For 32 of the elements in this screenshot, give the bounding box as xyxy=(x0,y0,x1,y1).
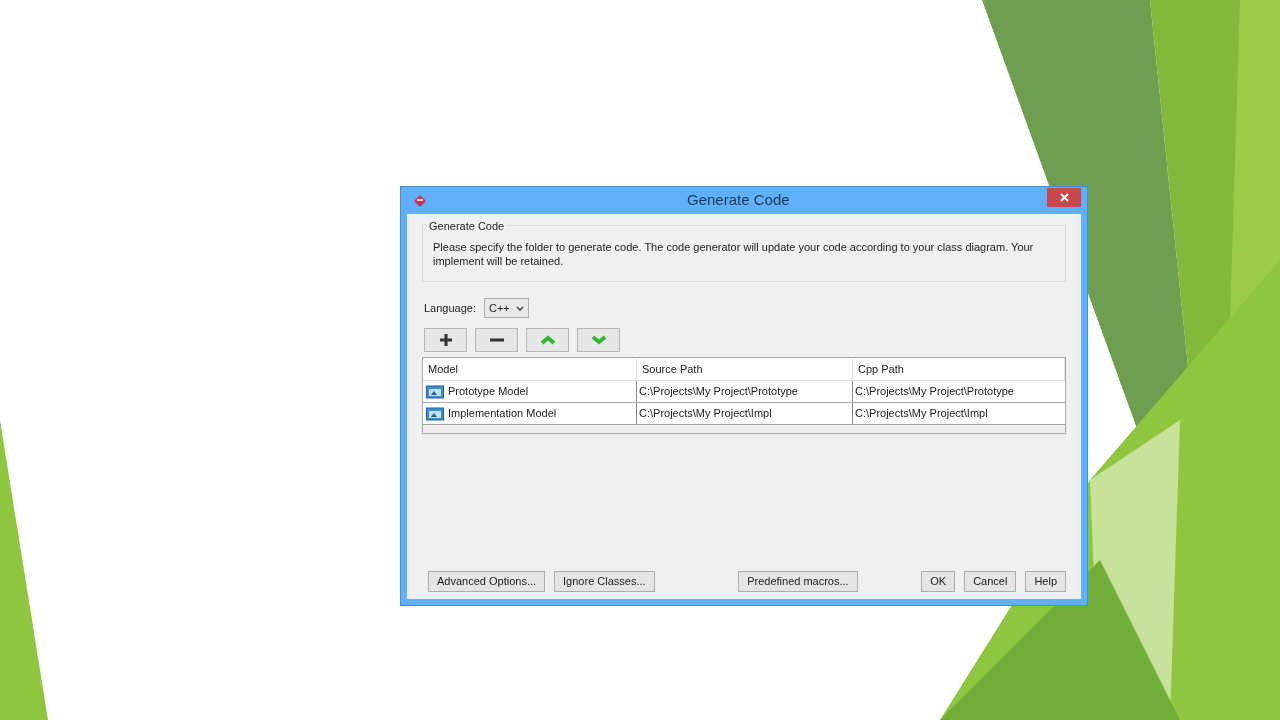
close-icon xyxy=(1059,193,1069,202)
dropdown-value: C++ xyxy=(489,300,510,316)
description-text: Please specify the folder to generate code. The code generator will update your code according to your class diagram. Your implement will be retained. xyxy=(433,240,1035,268)
table-cell: C:\Projects\My Project\Impl xyxy=(637,403,853,424)
column-header[interactable]: Model xyxy=(423,358,637,380)
language-label: Language: xyxy=(424,300,476,316)
toolbar-button[interactable] xyxy=(424,328,467,352)
dialog-button[interactable]: Ignore Classes... xyxy=(554,571,655,592)
model-name: Prototype Model xyxy=(448,384,529,400)
plus-icon xyxy=(438,333,453,347)
window-title: Generate Code xyxy=(687,190,790,211)
app-logo-icon xyxy=(413,193,427,208)
close-button[interactable] xyxy=(1047,188,1081,207)
column-header[interactable]: Cpp Path xyxy=(853,358,1065,380)
table-cell-text: C:\Projects\My Project\Prototype xyxy=(854,384,1015,400)
folder-model-icon xyxy=(426,406,444,421)
folder-model-icon xyxy=(426,384,444,399)
model-name: Implementation Model xyxy=(448,406,557,422)
language-dropdown[interactable]: C++ xyxy=(484,298,529,318)
dialog-button[interactable]: Help xyxy=(1025,571,1066,592)
chevron-up-icon xyxy=(539,335,556,345)
table-cell-text: C:\Projects\My Project\Impl xyxy=(854,406,989,422)
dialog-button[interactable]: Cancel xyxy=(964,571,1017,592)
column-header[interactable]: Source Path xyxy=(637,358,853,380)
dialog-button[interactable]: Advanced Options... xyxy=(428,571,546,592)
table-cell: C:\Projects\My Project\Prototype xyxy=(637,381,853,402)
toolbar-button[interactable] xyxy=(475,328,518,352)
minus-icon xyxy=(489,338,504,342)
chevron-down-icon xyxy=(515,305,524,311)
chevron-down-icon xyxy=(590,335,607,345)
dialog-button[interactable]: OK xyxy=(921,571,956,592)
dialog-button[interactable]: Predefined macros... xyxy=(738,571,858,592)
